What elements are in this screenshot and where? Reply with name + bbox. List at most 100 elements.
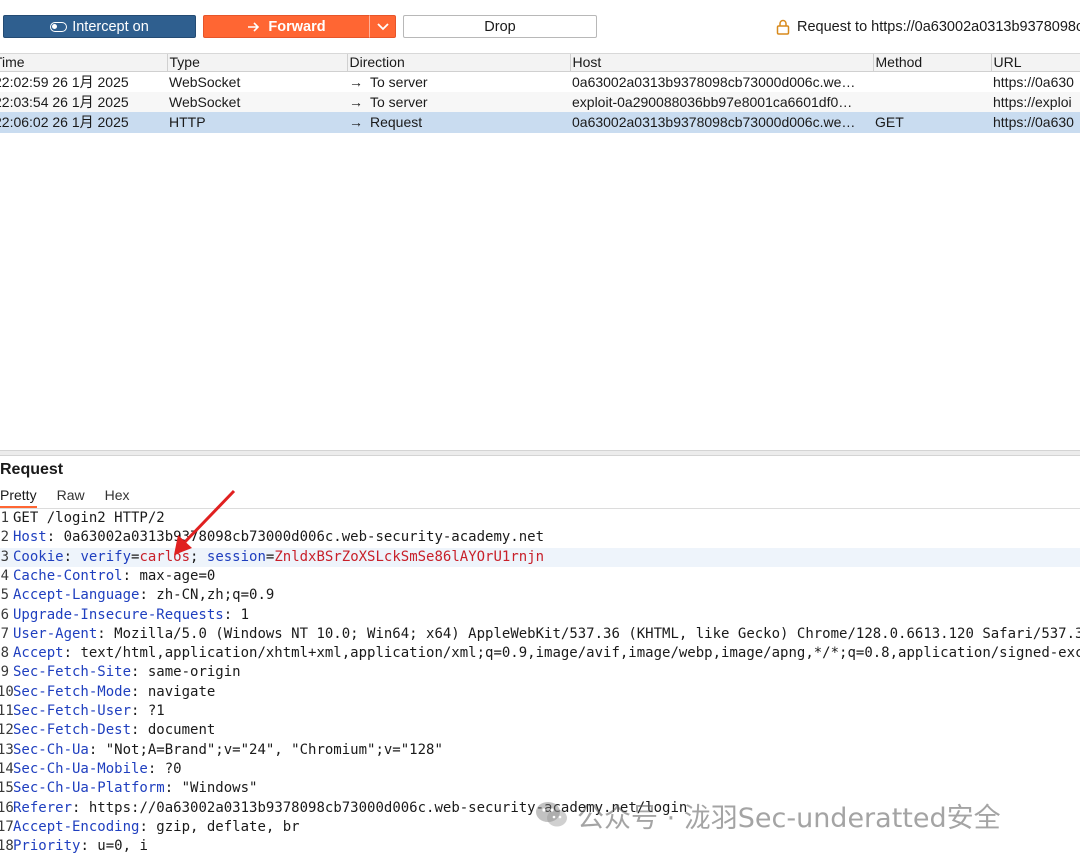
line-number: 1	[0, 510, 9, 526]
line-number: 8	[0, 645, 9, 662]
request-pane-title: Request	[0, 461, 64, 478]
header-value: u=0, i	[88, 838, 148, 855]
header-name: Cookie	[13, 548, 64, 565]
toggle-icon	[50, 21, 68, 32]
pane-splitter[interactable]	[0, 450, 1080, 456]
line-number: 6	[0, 606, 9, 623]
column-header-host[interactable]: Host	[570, 54, 874, 72]
column-header-type[interactable]: Type	[167, 54, 348, 72]
header-line: 12 Sec-Fetch-Dest: document	[0, 721, 1080, 740]
cell-type: WebSocket	[169, 73, 241, 90]
wechat-logo	[536, 802, 567, 827]
tab-raw[interactable]: Raw	[57, 486, 85, 508]
request-target: Request to https://0a63002a0313b9378098c…	[776, 16, 1080, 38]
cell-time: 22:06:02 26 1月 2025	[0, 114, 129, 131]
line-number: 13	[0, 741, 14, 758]
header-line: 8 Accept: text/html,application/xhtml+xm…	[0, 644, 1080, 663]
watermark: 公众号 · 泷羽Sec-underatted安全	[535, 795, 1001, 835]
header-line: 6 Upgrade-Insecure-Requests: 1	[0, 606, 1080, 625]
cell-method	[873, 92, 991, 113]
request-target-text: Request to https://0a63002a0313b9378098c…	[797, 19, 1080, 35]
header-value: Mozilla/5.0 (Windows NT 10.0; Win64; x64…	[105, 625, 1080, 642]
header-name: Cache-Control	[13, 567, 123, 584]
line-number: 3	[0, 548, 9, 565]
header-line: 4 Cache-Control: max-age=0	[0, 567, 1080, 586]
header-name: Sec-Fetch-Dest	[13, 722, 132, 739]
lock-icon	[776, 19, 790, 35]
table-header-row: Time Type Direction Host Method URL	[0, 54, 1080, 72]
header-value: gzip, deflate, br	[147, 818, 300, 835]
header-name: Sec-Ch-Ua-Mobile	[13, 760, 148, 777]
column-header-time[interactable]: Time	[0, 54, 168, 72]
table-row-selected[interactable]: 22:06:02 26 1月 2025 HTTP → Request 0a6300…	[0, 112, 1080, 133]
line-number: 2	[0, 529, 9, 546]
cell-method: GET	[875, 114, 904, 131]
forward-button[interactable]: Forward	[203, 15, 369, 38]
header-name: Priority	[13, 838, 81, 855]
header-value: "Not;A=Brand";v="24", "Chromium";v="128"	[97, 741, 443, 758]
header-name: Accept-Encoding	[13, 818, 140, 835]
table-row[interactable]: 22:02:59 26 1月 2025 WebSocket → To server…	[0, 71, 1080, 92]
header-value: ?0	[156, 760, 182, 777]
header-line: 11 Sec-Fetch-User: ?1	[0, 702, 1080, 721]
header-name: Sec-Fetch-User	[13, 703, 132, 719]
cell-direction: → To server	[347, 92, 570, 113]
intercept-toolbar: Intercept on Forward Drop Request to htt…	[0, 0, 1080, 52]
cell-type: HTTP	[169, 114, 206, 131]
drop-label: Drop	[484, 18, 516, 35]
drop-button[interactable]: Drop	[403, 15, 597, 38]
cookie-value: ZnldxBSrZoXSLckSmSe86lAYOrU1rnjn	[274, 548, 545, 565]
cell-url: https://0a630	[993, 73, 1074, 90]
cell-time: 22:02:59 26 1月 2025	[0, 73, 129, 90]
line-number: 5	[0, 587, 9, 604]
cell-url: https://0a630	[993, 114, 1074, 131]
header-name: Sec-Fetch-Mode	[13, 683, 132, 700]
line-number: 16	[0, 799, 14, 816]
header-name: Host	[13, 529, 47, 546]
header-value: 0a63002a0313b9378098cb73000d006c.web-sec…	[55, 529, 545, 546]
header-line: 7 User-Agent: Mozilla/5.0 (Windows NT 10…	[0, 625, 1080, 644]
header-name: User-Agent	[13, 625, 98, 642]
line-number: 11	[0, 703, 14, 719]
cookie-name: verify	[80, 548, 132, 565]
header-value: same-origin	[139, 664, 241, 681]
column-header-direction[interactable]: Direction	[347, 54, 571, 72]
header-name: Sec-Ch-Ua-Platform	[13, 780, 165, 797]
intercept-toggle-button[interactable]: Intercept on	[3, 15, 196, 38]
direction-text: Request	[370, 114, 423, 131]
header-value: text/html,application/xhtml+xml,applicat…	[72, 645, 1080, 662]
column-header-url[interactable]: URL	[991, 54, 1080, 72]
cell-host: exploit-0a290088036bb97e8001ca6601df0…	[572, 93, 853, 110]
header-value: 1	[232, 606, 250, 623]
tab-hex[interactable]: Hex	[105, 486, 130, 508]
header-line: 10 Sec-Fetch-Mode: navigate	[0, 683, 1080, 702]
header-value: navigate	[139, 683, 216, 700]
direction-arrow-icon: →	[349, 73, 363, 90]
line-number: 9	[0, 664, 9, 681]
header-name: Accept-Language	[13, 587, 140, 604]
forward-options-button[interactable]	[369, 15, 396, 38]
request-start-line: GET /login2 HTTP/2	[13, 510, 165, 526]
header-line: 13 Sec-Ch-Ua: "Not;A=Brand";v="24", "Chr…	[0, 741, 1080, 760]
cell-host: 0a63002a0313b9378098cb73000d006c.we…	[572, 73, 856, 90]
tab-pretty[interactable]: Pretty	[0, 486, 37, 508]
cell-host: 0a63002a0313b9378098cb73000d006c.we…	[572, 114, 856, 131]
request-view-tabs: Pretty Raw Hex	[0, 486, 150, 508]
header-name: Sec-Ch-Ua	[13, 741, 89, 758]
direction-text: To server	[370, 93, 428, 110]
line-number: 17	[0, 818, 14, 835]
header-line: 5 Accept-Language: zh-CN,zh;q=0.9	[0, 586, 1080, 605]
line-number: 18	[0, 838, 14, 855]
chevron-down-icon	[376, 22, 389, 30]
direction-text: To server	[370, 73, 428, 90]
line-number: 15	[0, 780, 14, 797]
direction-arrow-icon: →	[349, 114, 363, 131]
table-row[interactable]: 22:03:54 26 1月 2025 WebSocket → To server…	[0, 91, 1080, 113]
header-value: max-age=0	[131, 567, 216, 584]
header-line: 18 Priority: u=0, i	[0, 837, 1080, 856]
line-number: 14	[0, 760, 14, 777]
header-name: Referer	[13, 799, 73, 816]
column-header-method[interactable]: Method	[873, 54, 992, 72]
annotation-arrow	[174, 489, 236, 555]
line-number: 7	[0, 625, 9, 642]
